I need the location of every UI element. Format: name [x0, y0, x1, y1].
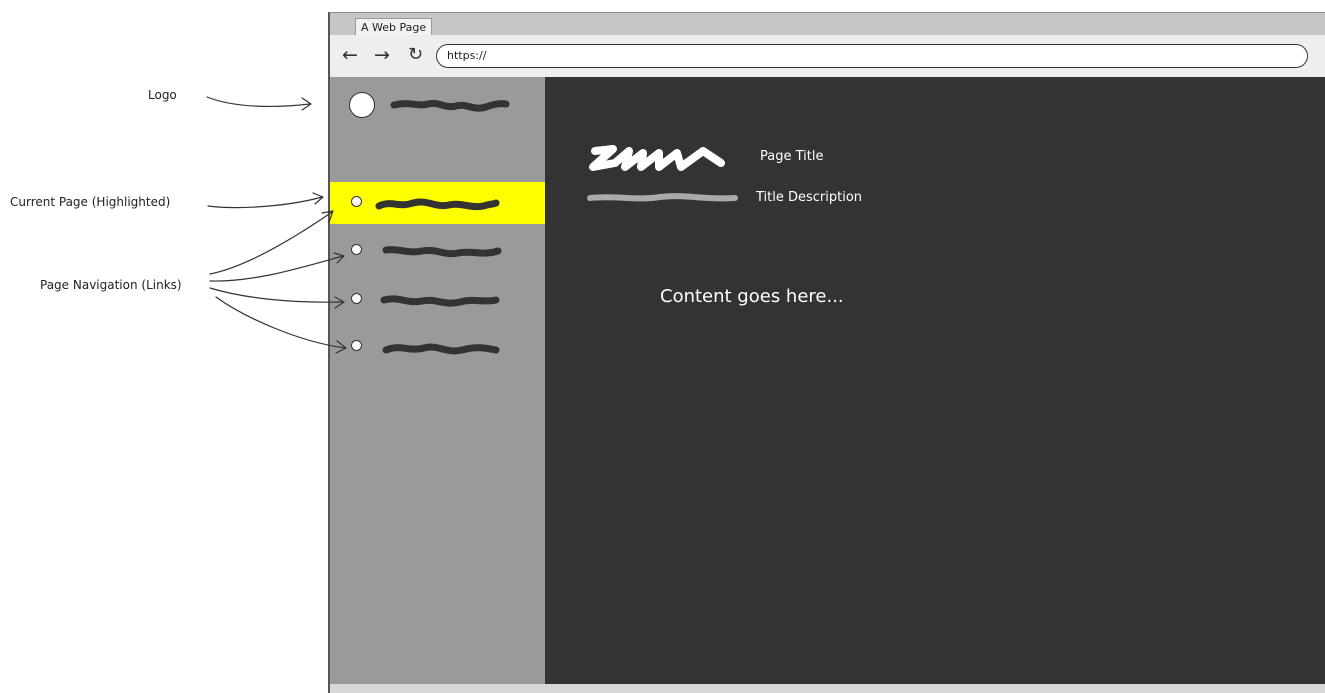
arrow-nav-2 [209, 255, 344, 282]
nav-link-scribble [382, 246, 502, 258]
arrow-nav-1 [209, 211, 333, 275]
annotation-current-page: Current Page (Highlighted) [10, 195, 171, 209]
description-scribble [587, 193, 738, 202]
tab-strip: A Web Page [330, 13, 1325, 36]
logo-scribble [390, 99, 510, 112]
arrow-nav-3 [209, 287, 344, 303]
page-title: Page Title [760, 149, 824, 164]
main-content-area: Page Title Title Description Content goe… [545, 77, 1325, 684]
nav-bullet-icon [351, 244, 362, 255]
annotation-logo: Logo [148, 88, 177, 102]
nav-item-link-3[interactable] [330, 326, 545, 368]
browser-toolbar: ← → ↻ https:// [330, 35, 1325, 78]
nav-bullet-icon [351, 293, 362, 304]
address-bar[interactable]: https:// [436, 44, 1308, 68]
nav-item-link-1[interactable] [330, 230, 545, 272]
content-placeholder: Content goes here... [660, 286, 844, 307]
sidebar [330, 77, 545, 684]
nav-bullet-icon [351, 196, 362, 207]
nav-bullet-icon [351, 340, 362, 351]
arrow-right-icon[interactable]: → [374, 45, 390, 65]
arrow-left-icon[interactable]: ← [342, 45, 358, 65]
arrow-nav-4 [215, 296, 346, 349]
arrowhead-icon [301, 97, 312, 111]
arrow-current-page [207, 196, 323, 209]
nav-link-scribble [382, 343, 500, 355]
nav-item-current[interactable] [330, 182, 545, 224]
reload-icon[interactable]: ↻ [408, 45, 423, 65]
title-scribble [589, 145, 725, 171]
arrowhead-icon [312, 192, 324, 205]
arrow-logo [206, 96, 311, 108]
browser-tab[interactable]: A Web Page [355, 18, 433, 36]
nav-item-link-2[interactable] [330, 279, 545, 321]
annotation-page-navigation: Page Navigation (Links) [40, 278, 182, 292]
nav-link-scribble [375, 198, 500, 211]
nav-link-scribble [380, 295, 500, 307]
title-description: Title Description [756, 190, 863, 205]
logo-icon [349, 92, 375, 118]
